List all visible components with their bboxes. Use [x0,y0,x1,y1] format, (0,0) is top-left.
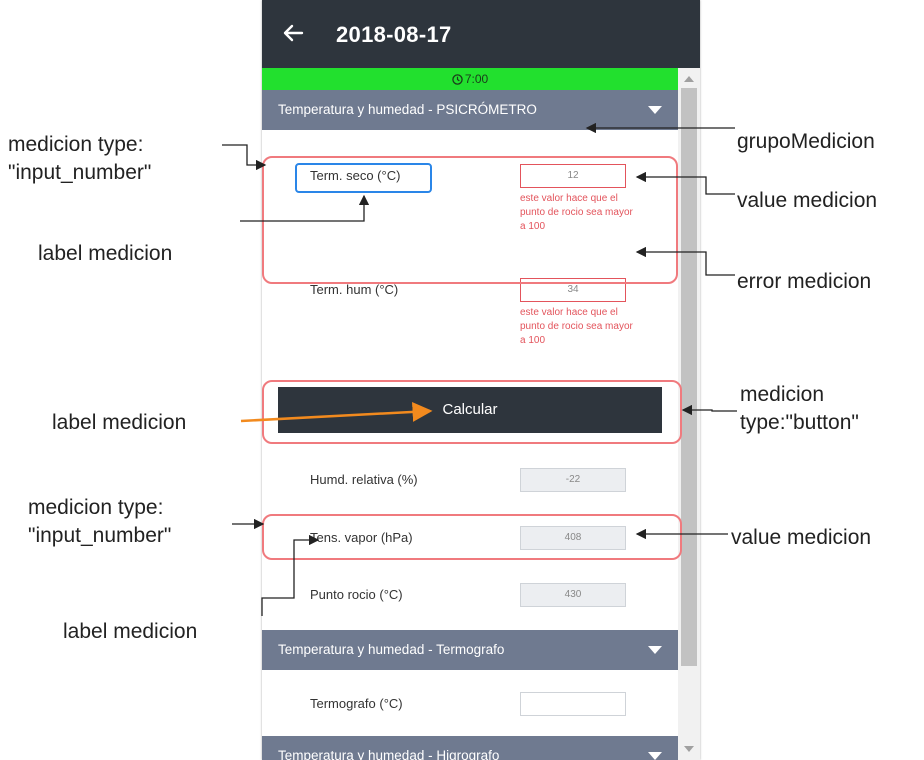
scroll-up-icon[interactable] [684,76,694,82]
highlight-label-medicion [295,163,432,193]
humd-relativa-value: -22 [520,468,626,492]
group-header-psicrometro[interactable]: Temperatura y humedad - PSICRÓMETRO [262,90,678,130]
annotation-label-medicion-3: label medicion [63,620,198,643]
time-label: 7:00 [464,72,489,86]
arrow-medicion-type-1 [222,144,267,171]
clock-icon [452,73,463,85]
punto-rocio-value: 430 [520,583,626,607]
field-label: Humd. relativa (%) [310,472,418,487]
annotation-label-medicion-1: label medicion [38,242,173,265]
annotation-medicion-type-2: medicion type: "input_number" [28,496,172,547]
field-error: este valor hace que el punto de rocio se… [520,307,633,346]
annotation-grupo-medicion: grupoMedicion [737,130,875,153]
annotation-medicion-button: medicion type:"button" [740,383,859,434]
group-title: Temperatura y humedad - Higrografo [278,748,500,760]
field-label: Termografo (°C) [310,696,403,711]
group-header-higrografo[interactable]: Temperatura y humedad - Higrografo [262,736,678,760]
highlight-medicion-tens-vapor [262,514,682,560]
scroll-down-icon[interactable] [684,746,694,752]
annotation-medicion-type-1: medicion type: "input_number" [8,133,152,184]
annotation-value-medicion-2: value medicion [731,526,872,549]
time-bar: 7:00 [262,68,678,90]
app-bar: 2018-08-17 [262,0,700,68]
termografo-input[interactable] [520,692,626,716]
scroll-thumb[interactable] [681,88,697,666]
chevron-down-icon [648,752,662,760]
chevron-down-icon [648,106,662,114]
field-label: Term. hum (°C) [310,282,399,297]
annotation-error-medicion: error medicion [737,270,872,293]
page-title: 2018-08-17 [336,22,452,47]
annotation-value-medicion-1: value medicion [737,189,878,212]
highlight-medicion-button [262,380,682,444]
field-label: Punto rocio (°C) [310,587,403,602]
group-header-termografo[interactable]: Temperatura y humedad - Termografo [262,630,678,670]
back-arrow-icon[interactable] [280,20,306,46]
group-title: Temperatura y humedad - Termografo [278,642,505,657]
group-title: Temperatura y humedad - PSICRÓMETRO [278,102,537,117]
annotation-label-medicion-2: label medicion [52,411,187,434]
chevron-down-icon [648,646,662,654]
